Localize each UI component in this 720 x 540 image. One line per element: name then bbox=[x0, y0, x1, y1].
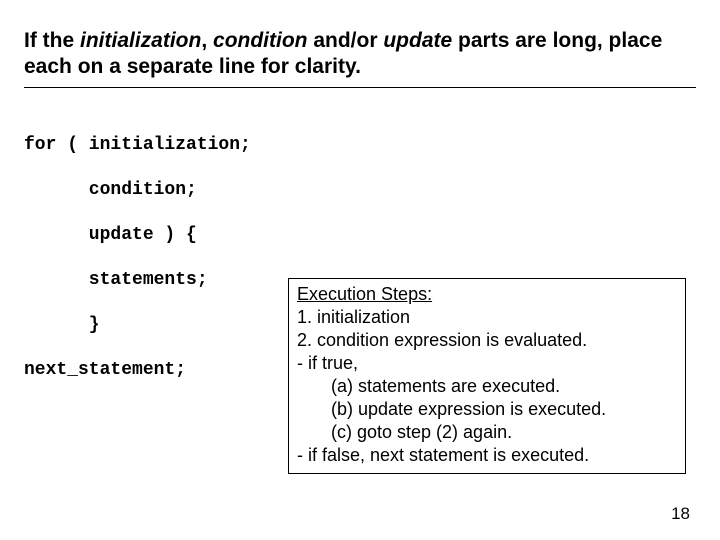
exec-step: - if true, bbox=[297, 353, 358, 373]
execution-steps-box: Execution Steps: 1. initialization 2. co… bbox=[288, 278, 686, 474]
title-text: If the bbox=[24, 29, 80, 52]
title-text: , bbox=[201, 29, 213, 52]
title-em-initialization: initialization bbox=[80, 29, 201, 52]
exec-step: - if false, next statement is executed. bbox=[297, 445, 589, 465]
exec-substep: (c) goto step (2) again. bbox=[297, 421, 677, 444]
page-number: 18 bbox=[671, 504, 690, 524]
exec-heading: Execution Steps: bbox=[297, 284, 432, 304]
exec-substep: (b) update expression is executed. bbox=[297, 398, 677, 421]
title-em-condition: condition bbox=[213, 29, 307, 52]
slide: If the initialization, condition and/or … bbox=[0, 0, 720, 540]
exec-substep: (a) statements are executed. bbox=[297, 375, 677, 398]
title-text: and/or bbox=[308, 29, 384, 52]
title-underline bbox=[24, 87, 696, 88]
exec-step: 1. initialization bbox=[297, 307, 410, 327]
exec-step: 2. condition expression is evaluated. bbox=[297, 330, 587, 350]
slide-title: If the initialization, condition and/or … bbox=[24, 28, 696, 81]
title-em-update: update bbox=[383, 29, 452, 52]
